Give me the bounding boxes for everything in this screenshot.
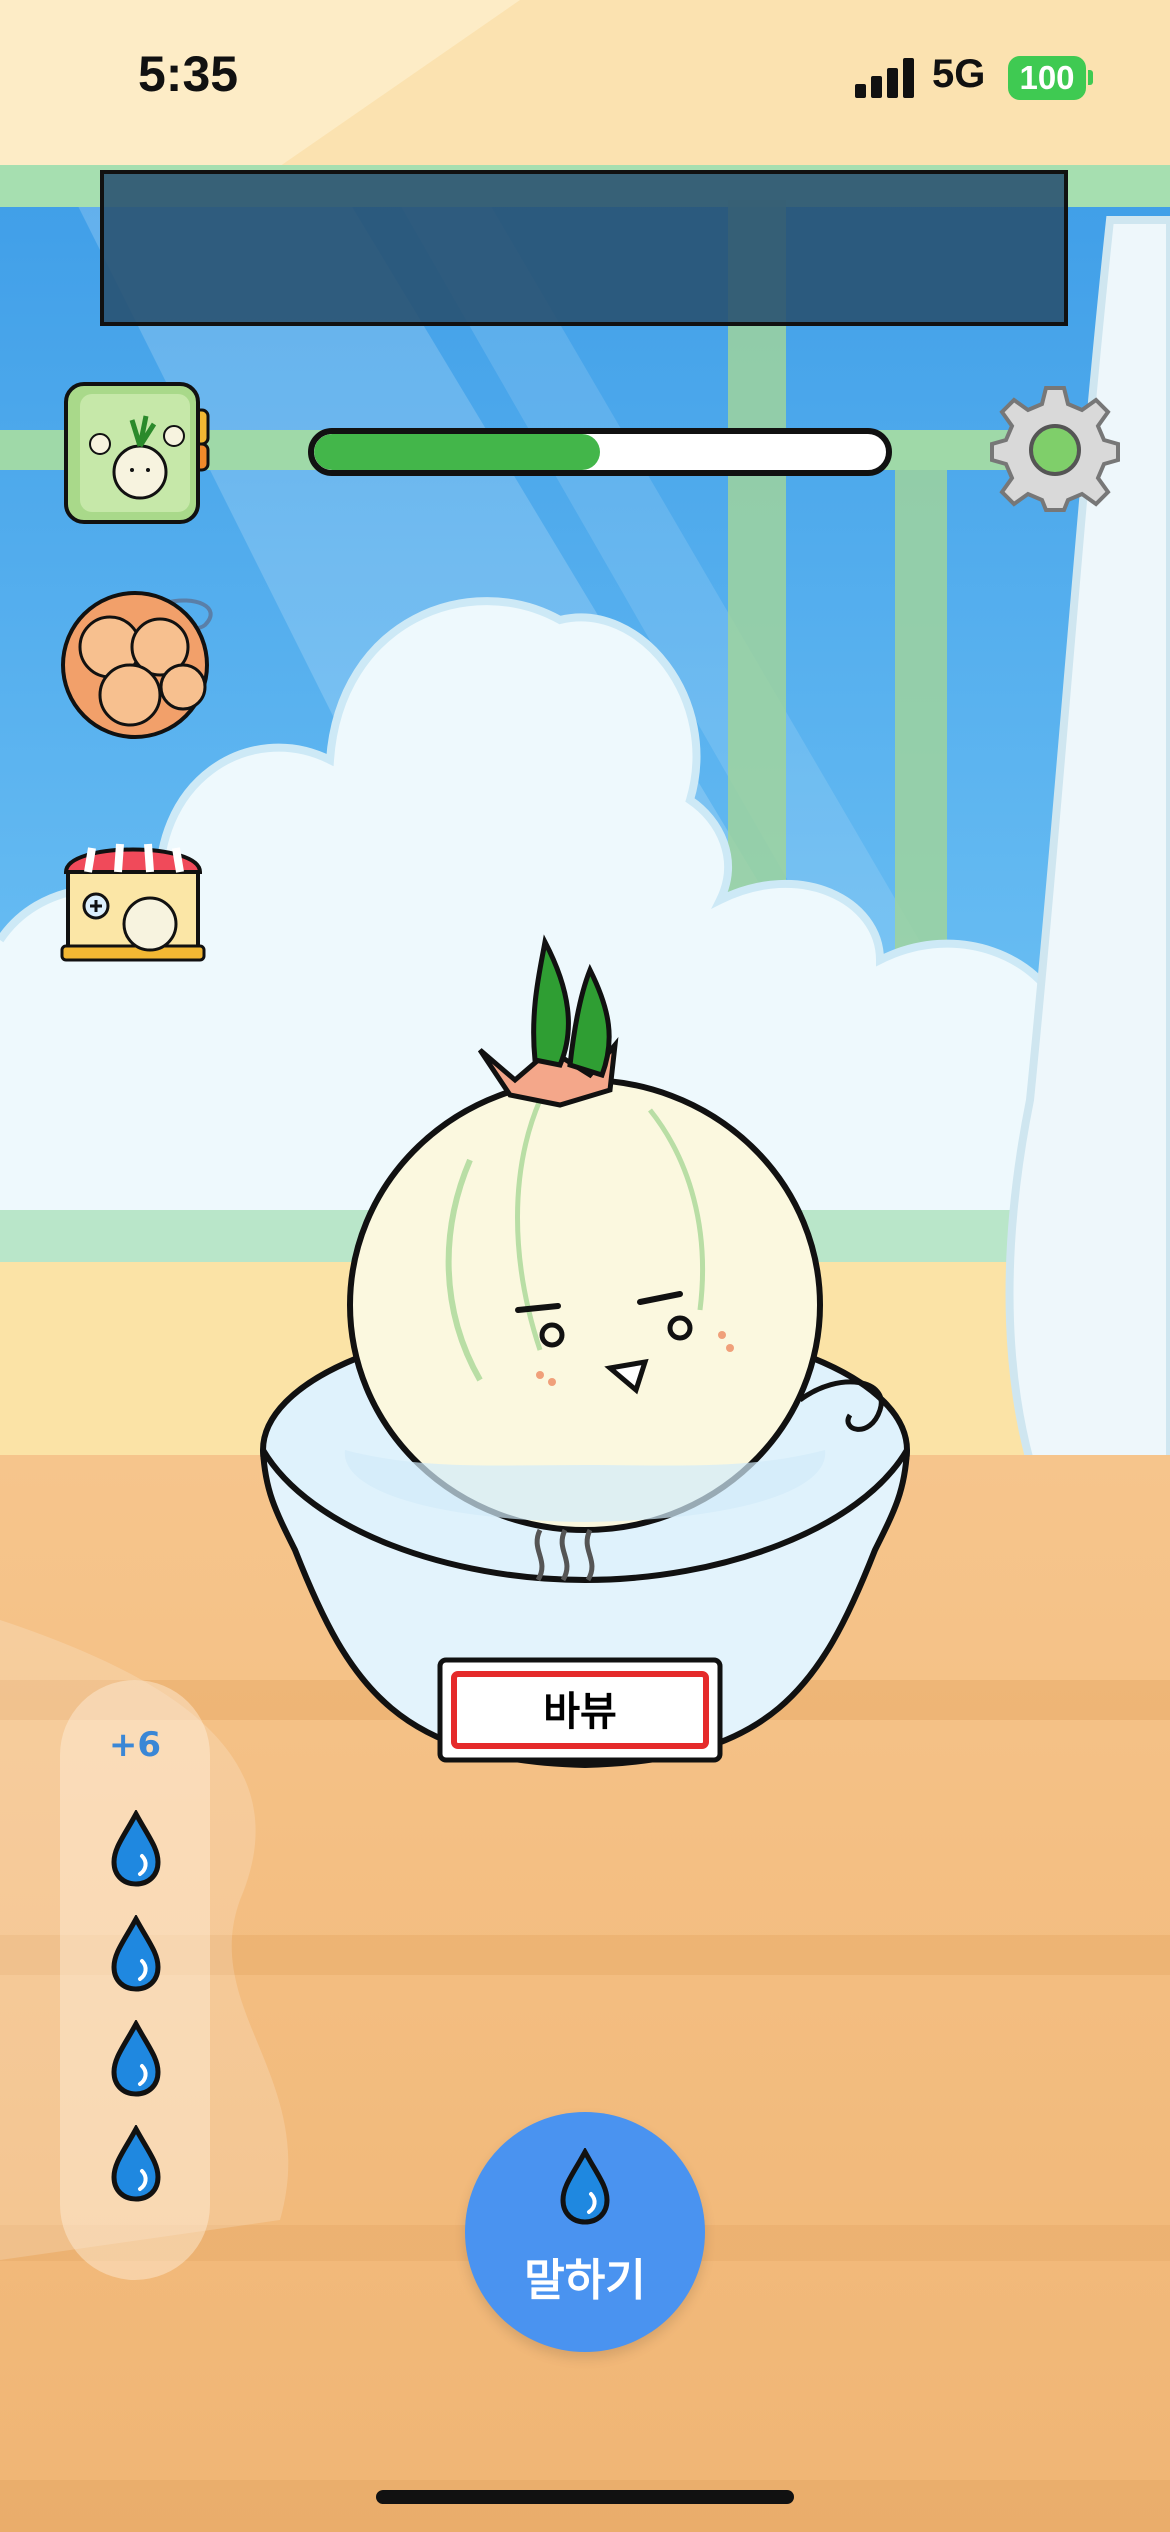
growth-progress-fill: [314, 434, 600, 470]
shop-button[interactable]: [58, 828, 208, 963]
shop-icon: [60, 843, 206, 962]
settings-button[interactable]: [990, 382, 1120, 512]
gear-icon: [990, 386, 1120, 512]
onion-book-button[interactable]: [62, 380, 212, 530]
cellular-signal-icon: [855, 58, 917, 98]
status-time: 5:35: [138, 46, 239, 102]
onion-book-icon: [64, 382, 210, 524]
battery-indicator: 100: [1008, 56, 1086, 100]
water-drop-icon: [111, 2020, 161, 2097]
growth-progress-bar: [308, 428, 892, 476]
onion-bag-icon: [61, 591, 213, 739]
network-type: 5G: [932, 52, 986, 96]
game-scene: 5:35 5G 100 바뷰 +6 말하기: [0, 0, 1170, 2532]
talk-button[interactable]: 말하기: [465, 2112, 705, 2352]
onion-bag-button[interactable]: [55, 585, 225, 740]
home-indicator: [376, 2490, 794, 2504]
water-drop-icon: [111, 2125, 161, 2202]
pot-name-label: 바뷰: [543, 1689, 617, 1735]
water-drop-icon: [111, 1915, 161, 1992]
water-drop-icon: [560, 2148, 610, 2225]
battery-tip: [1088, 70, 1093, 85]
talk-button-label: 말하기: [524, 2256, 646, 2305]
water-drop-icon: [111, 1810, 161, 1887]
ad-banner[interactable]: [100, 170, 1068, 326]
onion-pet[interactable]: 바뷰: [240, 930, 930, 1830]
water-drop-list: [100, 1810, 170, 2230]
water-count: +6: [108, 1725, 162, 1765]
